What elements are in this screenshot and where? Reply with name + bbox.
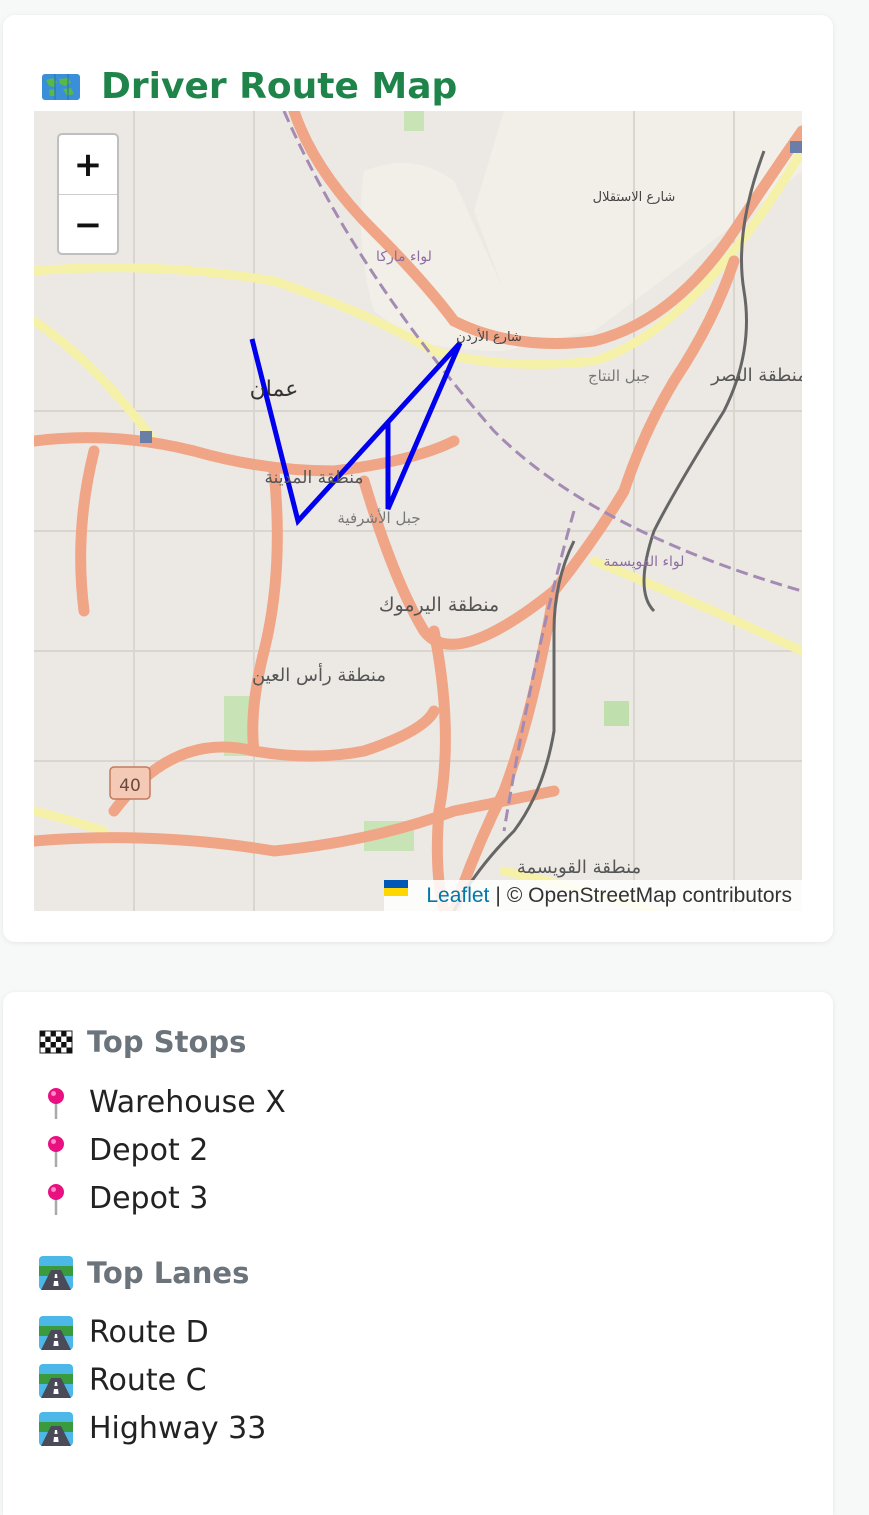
- map-label: منطقة رأس العين: [252, 663, 386, 686]
- zoom-in-button[interactable]: +: [59, 135, 117, 195]
- osm-attribution-text: © OpenStreetMap contributors: [506, 883, 792, 907]
- route-map[interactable]: عمان منطقة المدينة منطقة اليرموك منطقة ر…: [34, 111, 802, 911]
- map-tiles[interactable]: عمان منطقة المدينة منطقة اليرموك منطقة ر…: [34, 111, 802, 911]
- stop-label: Depot 3: [89, 1181, 209, 1216]
- pushpin-icon: [39, 1134, 73, 1168]
- zoom-out-button[interactable]: −: [59, 195, 117, 253]
- map-label: شارع الأردن: [456, 328, 522, 345]
- top-stops-heading: Top Stops: [39, 1025, 246, 1059]
- map-label: جبل الأشرفية: [337, 508, 420, 527]
- motorway-icon: [39, 1256, 73, 1290]
- pushpin-icon: [39, 1182, 73, 1216]
- attribution-separator: |: [495, 883, 501, 907]
- lane-label: Highway 33: [89, 1411, 267, 1446]
- lane-label: Route C: [89, 1363, 207, 1398]
- motorway-icon: [39, 1315, 73, 1350]
- top-lanes-title: Top Lanes: [87, 1256, 250, 1290]
- map-card-header: Driver Route Map: [41, 67, 457, 107]
- map-attribution: Leaflet | © OpenStreetMap contributors: [384, 880, 802, 911]
- top-stops-lanes-card: Top Stops Warehouse X Depot 2 Depot 3 To…: [3, 992, 833, 1515]
- map-label: لواء ماركا: [376, 249, 432, 265]
- map-label: منطقة النصر: [710, 365, 802, 386]
- lane-list-item: Highway 33: [39, 1411, 266, 1446]
- pushpin-icon: [39, 1086, 73, 1120]
- motorway-icon: [39, 1363, 73, 1398]
- map-label: جبل النتاج: [588, 367, 650, 386]
- motorway-icon: [39, 1411, 73, 1446]
- ukraine-flag-icon: [384, 880, 418, 904]
- leaflet-link[interactable]: Leaflet: [426, 884, 489, 908]
- zoom-control: + −: [57, 133, 119, 255]
- top-lanes-heading: Top Lanes: [39, 1256, 249, 1290]
- top-stops-title: Top Stops: [87, 1025, 247, 1059]
- lane-list-item: Route D: [39, 1315, 209, 1350]
- lane-list-item: Route C: [39, 1363, 207, 1398]
- lane-label: Route D: [89, 1315, 209, 1350]
- map-label: شارع الاستقلال: [593, 190, 676, 205]
- map-label: 40: [119, 776, 141, 796]
- map-label: منطقة اليرموك: [379, 594, 499, 616]
- world-map-icon: [41, 72, 81, 102]
- page-title: Driver Route Map: [101, 66, 458, 107]
- stop-label: Warehouse X: [89, 1085, 286, 1120]
- map-label: منطقة المدينة: [265, 468, 364, 488]
- stop-list-item: Warehouse X: [39, 1085, 286, 1120]
- map-label: عمان: [250, 377, 299, 402]
- checkered-flag-icon: [39, 1025, 73, 1059]
- stop-list-item: Depot 2: [39, 1133, 208, 1168]
- stop-list-item: Depot 3: [39, 1181, 208, 1216]
- map-label: لواء القويسمة: [604, 554, 685, 570]
- route-map-card: Driver Route Map عمان منطقة المدينة منطق…: [3, 15, 833, 942]
- map-label: منطقة القويسمة: [517, 857, 641, 878]
- stop-label: Depot 2: [89, 1133, 209, 1168]
